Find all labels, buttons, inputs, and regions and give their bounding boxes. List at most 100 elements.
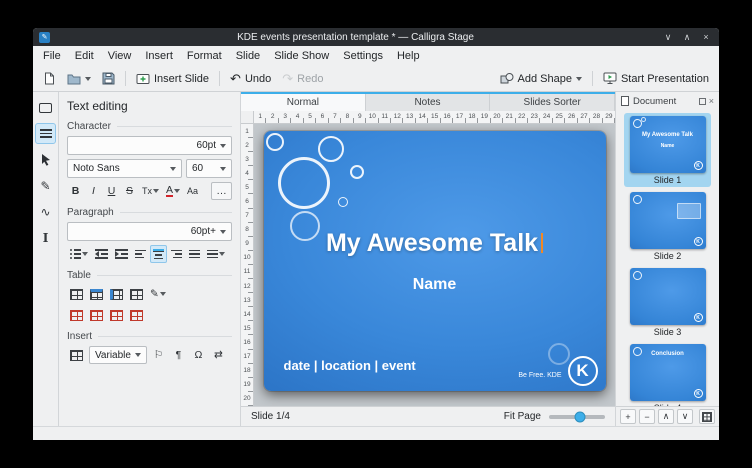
bold-button[interactable]: B (67, 182, 84, 200)
strikethrough-button[interactable]: S (121, 182, 138, 200)
move-slide-down-button[interactable]: ∨ (677, 409, 693, 424)
insert-table-button[interactable] (67, 285, 86, 303)
view-mode-button[interactable] (699, 409, 715, 424)
indent-decrease-icon (95, 249, 108, 259)
zoom-mode-label[interactable]: Fit Page (504, 411, 541, 422)
redo-button[interactable]: ↷ Redo (277, 69, 328, 88)
undo-button[interactable]: ↶ Undo (225, 69, 276, 88)
new-document-button[interactable] (38, 69, 61, 88)
insert-bookmark-button[interactable]: ⚐ (150, 346, 167, 364)
float-docker-icon[interactable] (699, 98, 706, 105)
text-direction-button[interactable]: ⇄ (210, 346, 227, 364)
font-color-button[interactable]: A (163, 182, 183, 200)
special-character-button[interactable]: Ω (190, 346, 207, 364)
align-justify-button[interactable] (186, 245, 203, 263)
delete-slide-button[interactable]: − (639, 409, 655, 424)
font-size-combo[interactable]: 60 (186, 159, 232, 178)
thumbnail-preview[interactable]: My Awesome Talk Name K (630, 116, 706, 173)
flag-icon: ⚐ (154, 349, 163, 361)
zoom-slider[interactable] (549, 415, 605, 419)
variable-combo[interactable]: Variable (89, 346, 147, 364)
thumbnail-preview[interactable]: K (630, 268, 706, 325)
list-style-button[interactable] (67, 245, 91, 263)
text-editing-tool[interactable] (35, 123, 56, 144)
align-center-button[interactable] (150, 245, 167, 263)
slide-footer-text[interactable]: date | location | event (284, 358, 416, 373)
minimize-button[interactable]: ∨ (661, 32, 675, 43)
paragraph-style-combo[interactable]: 60pt+ (67, 222, 232, 241)
add-shape-button[interactable]: Add Shape (495, 69, 587, 88)
thumbnail-preview[interactable]: K (630, 192, 706, 249)
split-cells-icon (130, 310, 143, 321)
menu-slide[interactable]: Slide (229, 48, 267, 64)
line-spacing-button[interactable] (204, 245, 228, 263)
insert-column-button[interactable] (107, 285, 126, 303)
slide-title-text[interactable]: My Awesome Talk (264, 229, 606, 258)
maximize-button[interactable]: ∧ (680, 32, 694, 43)
add-shape-icon (500, 72, 514, 85)
slide-thumbnail-2[interactable]: K Slide 2 (624, 189, 711, 263)
artistic-text-tool[interactable]: I (35, 227, 56, 248)
menu-format[interactable]: Format (180, 48, 229, 64)
add-slide-button[interactable]: + (620, 409, 636, 424)
increase-indent-button[interactable] (112, 245, 131, 263)
align-right-button[interactable] (168, 245, 185, 263)
freehand-path-tool[interactable]: ∿ (35, 201, 56, 222)
more-character-options-button[interactable]: … (211, 182, 232, 200)
delete-row-button[interactable] (87, 306, 106, 324)
slide-subtitle-text[interactable]: Name (264, 276, 606, 294)
insert-row-button[interactable] (87, 285, 106, 303)
slide-canvas[interactable]: My Awesome Talk Name date | location | e… (254, 124, 615, 406)
insert-slide-label: Insert Slide (154, 73, 209, 85)
clear-formatting-button[interactable]: Tx (139, 182, 162, 200)
menu-view[interactable]: View (101, 48, 139, 64)
insert-column-icon (110, 289, 123, 300)
decrease-indent-button[interactable] (92, 245, 111, 263)
character-style-combo[interactable]: 60pt (67, 136, 232, 155)
chevron-down-icon (219, 252, 225, 256)
move-slide-up-button[interactable]: ∧ (658, 409, 674, 424)
delete-table-button[interactable] (67, 306, 86, 324)
slide-editor[interactable]: My Awesome Talk Name date | location | e… (264, 131, 606, 391)
insert-slide-button[interactable]: Insert Slide (131, 70, 214, 88)
chevron-down-icon (220, 230, 226, 234)
delete-column-button[interactable] (107, 306, 126, 324)
menu-edit[interactable]: Edit (68, 48, 101, 64)
align-left-button[interactable] (132, 245, 149, 263)
shape-handling-tool[interactable] (35, 97, 56, 118)
close-button[interactable]: × (699, 32, 713, 42)
document-docker-title: Document (633, 96, 676, 107)
underline-button[interactable]: U (103, 182, 120, 200)
titlebar[interactable]: ✎ KDE events presentation template * — C… (33, 28, 719, 46)
menu-settings[interactable]: Settings (336, 48, 390, 64)
close-docker-icon[interactable]: × (709, 97, 714, 106)
chevron-down-icon (220, 144, 226, 148)
tab-notes[interactable]: Notes (366, 94, 491, 111)
interaction-tool[interactable] (35, 149, 56, 170)
redo-label: Redo (297, 73, 323, 85)
save-button[interactable] (97, 69, 120, 88)
font-family-combo[interactable]: Noto Sans (67, 159, 182, 178)
open-document-button[interactable] (62, 70, 96, 88)
slide-thumbnail-4[interactable]: Conclusion K Slide 4 (624, 341, 711, 406)
italic-button[interactable]: I (85, 182, 102, 200)
table-border-pen-button[interactable]: ✎ (147, 285, 169, 303)
calligraphy-tool[interactable]: ✎ (35, 175, 56, 196)
formatting-marks-button[interactable]: ¶ (170, 346, 187, 364)
slide-thumbnail-3[interactable]: K Slide 3 (624, 265, 711, 339)
split-cells-button[interactable] (127, 306, 146, 324)
slide-thumbnail-1[interactable]: My Awesome Talk Name K Slide 1 (624, 113, 711, 187)
menu-file[interactable]: File (36, 48, 68, 64)
insert-special-button[interactable] (67, 346, 86, 364)
tab-slides-sorter[interactable]: Slides Sorter (490, 94, 615, 111)
start-presentation-button[interactable]: Start Presentation (598, 69, 714, 88)
tab-normal[interactable]: Normal (241, 94, 366, 111)
zoom-slider-knob[interactable] (574, 411, 585, 422)
menu-help[interactable]: Help (390, 48, 427, 64)
thumbnail-preview[interactable]: Conclusion K (630, 344, 706, 401)
merge-cells-button[interactable] (127, 285, 146, 303)
menu-insert[interactable]: Insert (138, 48, 180, 64)
change-case-button[interactable]: Aa (184, 182, 201, 200)
menu-slide-show[interactable]: Slide Show (267, 48, 336, 64)
ruler-mark: 13 (403, 111, 415, 123)
